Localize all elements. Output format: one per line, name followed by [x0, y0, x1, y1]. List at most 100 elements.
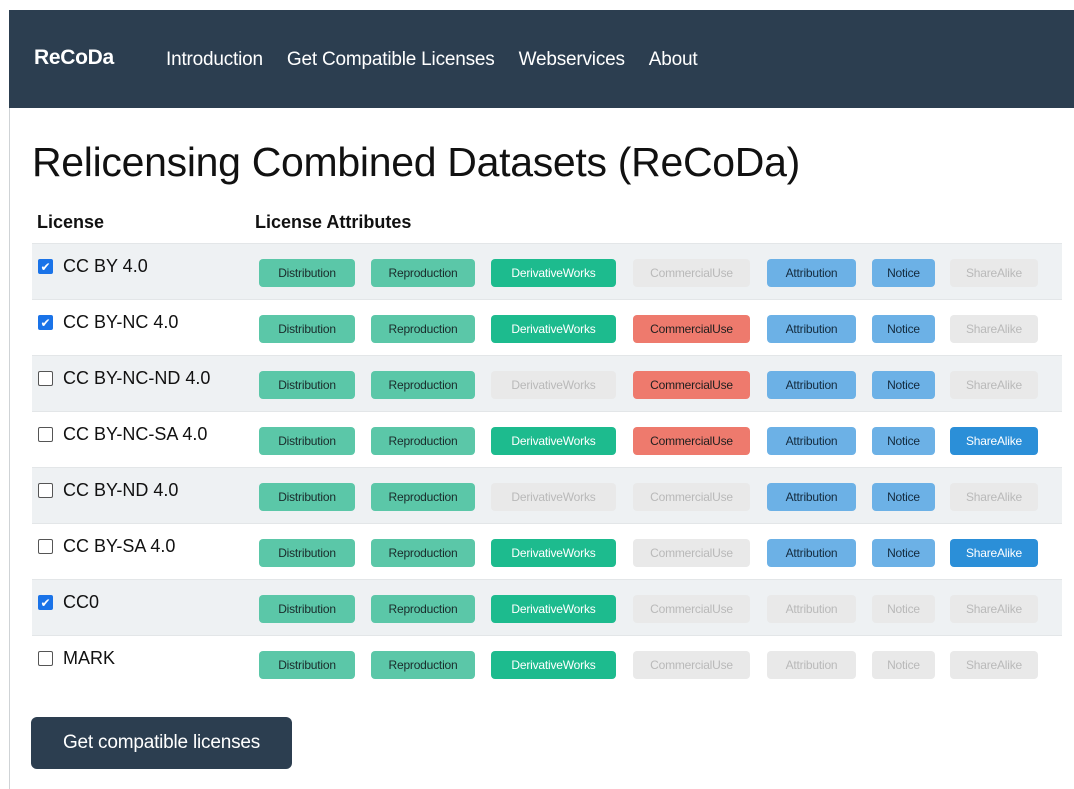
brand-logo[interactable]: ReCoDa	[34, 46, 114, 70]
attribute-badge-distribution: Distribution	[259, 539, 355, 567]
attribute-badge-derivativeworks: DerivativeWorks	[491, 259, 616, 287]
license-name: CC BY-SA 4.0	[63, 536, 176, 556]
left-border	[9, 108, 10, 789]
attribute-badge-notice: Notice	[872, 427, 935, 455]
attribute-badge-reproduction: Reproduction	[371, 651, 475, 679]
attribute-badge-sharealike: ShareAlike	[950, 427, 1038, 455]
license-option[interactable]: ✔ CC0	[38, 592, 99, 613]
attribute-badge-commercialuse: CommercialUse	[633, 483, 750, 511]
attribute-badge-commercialuse: CommercialUse	[633, 595, 750, 623]
license-row: CC BY-NC-ND 4.0 Distribution Reproduction D…	[32, 355, 1062, 411]
license-option[interactable]: CC BY-NC-ND 4.0	[38, 368, 210, 389]
license-checkbox[interactable]	[38, 483, 53, 498]
attribute-badge-sharealike: ShareAlike	[950, 651, 1038, 679]
attribute-badge-distribution: Distribution	[259, 371, 355, 399]
attribute-badge-distribution: Distribution	[259, 315, 355, 343]
attribute-badge-distribution: Distribution	[259, 483, 355, 511]
license-checkbox[interactable]: ✔	[38, 595, 53, 610]
attribute-badge-commercialuse: CommercialUse	[633, 259, 750, 287]
attribute-badge-derivativeworks: DerivativeWorks	[491, 427, 616, 455]
attribute-badge-sharealike: ShareAlike	[950, 259, 1038, 287]
nav-links: Introduction Get Compatible Licenses Web…	[166, 49, 721, 71]
attribute-badge-notice: Notice	[872, 651, 935, 679]
license-row: CC BY-ND 4.0 Distribution Reproduction Deri…	[32, 467, 1062, 523]
attribute-badge-distribution: Distribution	[259, 595, 355, 623]
license-name: MARK	[63, 648, 116, 668]
attribute-badge-commercialuse: CommercialUse	[633, 651, 750, 679]
attribute-badge-attribution: Attribution	[767, 483, 856, 511]
attribute-badge-reproduction: Reproduction	[371, 483, 475, 511]
license-option[interactable]: CC BY-NC-SA 4.0	[38, 424, 207, 445]
attribute-badge-reproduction: Reproduction	[371, 371, 475, 399]
license-checkbox[interactable]	[38, 371, 53, 386]
attribute-badge-reproduction: Reproduction	[371, 259, 475, 287]
attribute-badge-derivativeworks: DerivativeWorks	[491, 539, 616, 567]
attribute-badge-derivativeworks: DerivativeWorks	[491, 315, 616, 343]
attribute-badge-commercialuse: CommercialUse	[633, 539, 750, 567]
license-row: CC BY-NC-SA 4.0 Distribution Reproduction D…	[32, 411, 1062, 467]
attribute-badge-notice: Notice	[872, 595, 935, 623]
get-compatible-licenses-button[interactable]: Get compatible licenses	[31, 717, 292, 769]
attribute-badge-commercialuse: CommercialUse	[633, 315, 750, 343]
nav-link-get-compatible-licenses[interactable]: Get Compatible Licenses	[287, 49, 495, 71]
license-checkbox[interactable]	[38, 651, 53, 666]
license-name: CC BY-NC-SA 4.0	[63, 424, 208, 444]
attribute-badge-sharealike: ShareAlike	[950, 315, 1038, 343]
attribute-badge-sharealike: ShareAlike	[950, 595, 1038, 623]
license-table: ✔ CC BY 4.0 Distribution Reproduction Deriva…	[32, 243, 1062, 691]
license-name: CC0	[63, 592, 100, 612]
attribute-badge-attribution: Attribution	[767, 539, 856, 567]
license-option[interactable]: ✔ CC BY-NC 4.0	[38, 312, 178, 333]
attribute-badge-notice: Notice	[872, 315, 935, 343]
attribute-badge-sharealike: ShareAlike	[950, 539, 1038, 567]
attribute-badge-derivativeworks: DerivativeWorks	[491, 595, 616, 623]
attribute-badge-derivativeworks: DerivativeWorks	[491, 483, 616, 511]
attribute-badge-attribution: Attribution	[767, 651, 856, 679]
license-checkbox[interactable]: ✔	[38, 315, 53, 330]
attribute-badge-notice: Notice	[872, 539, 935, 567]
attribute-badge-notice: Notice	[872, 371, 935, 399]
license-option[interactable]: ✔ CC BY 4.0	[38, 256, 148, 277]
license-option[interactable]: CC BY-SA 4.0	[38, 536, 175, 557]
license-name: CC BY-NC 4.0	[63, 312, 179, 332]
attribute-badge-distribution: Distribution	[259, 651, 355, 679]
license-checkbox[interactable]	[38, 427, 53, 442]
attribute-badge-sharealike: ShareAlike	[950, 483, 1038, 511]
license-option[interactable]: MARK	[38, 648, 115, 669]
attribute-badge-distribution: Distribution	[259, 259, 355, 287]
nav-link-introduction[interactable]: Introduction	[166, 49, 263, 71]
attribute-badge-reproduction: Reproduction	[371, 539, 475, 567]
attribute-badge-attribution: Attribution	[767, 427, 856, 455]
attribute-badge-commercialuse: CommercialUse	[633, 427, 750, 455]
attribute-badge-derivativeworks: DerivativeWorks	[491, 371, 616, 399]
navbar: ReCoDa Introduction Get Compatible Licen…	[9, 10, 1074, 108]
column-header-license: License	[37, 212, 105, 232]
license-option[interactable]: CC BY-ND 4.0	[38, 480, 178, 501]
attribute-badge-distribution: Distribution	[259, 427, 355, 455]
attribute-badge-reproduction: Reproduction	[371, 427, 475, 455]
attribute-badge-commercialuse: CommercialUse	[633, 371, 750, 399]
license-row: ✔ CC BY 4.0 Distribution Reproduction Deriva…	[32, 243, 1062, 299]
attribute-badge-attribution: Attribution	[767, 315, 856, 343]
attribute-badge-reproduction: Reproduction	[371, 595, 475, 623]
attribute-badge-attribution: Attribution	[767, 371, 856, 399]
license-checkbox[interactable]: ✔	[38, 259, 53, 274]
attribute-badge-attribution: Attribution	[767, 595, 856, 623]
license-name: CC BY 4.0	[63, 256, 148, 276]
license-row: MARK Distribution Reproduction DerivativeWo…	[32, 635, 1062, 691]
nav-link-webservices[interactable]: Webservices	[519, 49, 625, 71]
attribute-badge-sharealike: ShareAlike	[950, 371, 1038, 399]
attribute-badge-notice: Notice	[872, 483, 935, 511]
attribute-badge-derivativeworks: DerivativeWorks	[491, 651, 616, 679]
license-name: CC BY-ND 4.0	[63, 480, 179, 500]
column-header-license-attributes: License Attributes	[255, 212, 412, 232]
attribute-badge-notice: Notice	[872, 259, 935, 287]
attribute-badge-attribution: Attribution	[767, 259, 856, 287]
nav-link-about[interactable]: About	[649, 49, 698, 71]
license-name: CC BY-NC-ND 4.0	[63, 368, 211, 388]
license-row: ✔ CC BY-NC 4.0 Distribution Reproduction Der…	[32, 299, 1062, 355]
license-row: ✔ CC0 Distribution Reproduction DerivativeWo…	[32, 579, 1062, 635]
attribute-badge-reproduction: Reproduction	[371, 315, 475, 343]
page-title: Relicensing Combined Datasets (ReCoDa)	[32, 139, 800, 185]
license-checkbox[interactable]	[38, 539, 53, 554]
